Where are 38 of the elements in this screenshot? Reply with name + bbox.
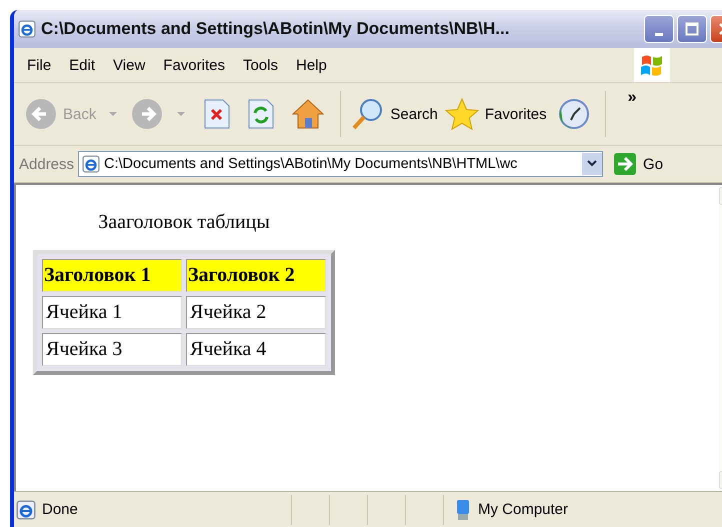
minimize-button[interactable] <box>644 15 674 43</box>
dropdown-button[interactable] <box>582 153 602 175</box>
stop-icon[interactable] <box>202 98 232 130</box>
window-title: C:\Documents and Settings\ABotin\My Documents\NB\H... <box>41 19 510 39</box>
maximize-button[interactable] <box>677 15 707 43</box>
header-cell: Заголовок 2 <box>186 259 326 292</box>
menu-item[interactable]: Tools <box>234 56 287 74</box>
page-icon <box>16 500 36 520</box>
go-button[interactable]: Go <box>613 152 664 176</box>
windows-logo <box>634 48 670 82</box>
browser-icon <box>18 20 36 38</box>
table-cell: Ячейка 1 <box>42 296 182 329</box>
history-icon[interactable] <box>556 97 591 131</box>
menu-item[interactable]: View <box>104 56 154 74</box>
table-caption: Зааголовок таблицы <box>98 211 270 234</box>
favorites-button[interactable]: Favorites <box>444 97 547 131</box>
menu-item[interactable]: Help <box>287 56 336 74</box>
maximize-icon <box>685 22 699 36</box>
header-cell: Заголовок 1 <box>42 259 182 292</box>
address-field[interactable]: C:\Documents and Settings\ABotin\My Documents\NB\HTML\wc <box>78 151 604 177</box>
chevron-down-icon <box>587 160 598 168</box>
overflow-chevron[interactable]: » <box>628 89 636 107</box>
table-cell: Ячейка 2 <box>186 296 326 329</box>
table-cell: Ячейка 3 <box>42 333 182 366</box>
minimize-icon <box>655 32 663 36</box>
menu-item[interactable]: Edit <box>60 56 104 74</box>
refresh-icon[interactable] <box>246 98 276 130</box>
menu-item[interactable]: Favorites <box>154 56 234 74</box>
computer-icon <box>454 498 472 520</box>
star-icon <box>444 97 480 131</box>
status-text: Done <box>42 501 78 518</box>
menu-item[interactable]: File <box>18 56 60 74</box>
table-cell: Ячейка 4 <box>186 333 326 366</box>
search-button[interactable]: Search <box>351 97 438 131</box>
address-label: Address <box>19 156 74 172</box>
page-icon <box>82 155 100 173</box>
zone-text: My Computer <box>478 501 568 518</box>
home-icon[interactable] <box>290 97 326 131</box>
